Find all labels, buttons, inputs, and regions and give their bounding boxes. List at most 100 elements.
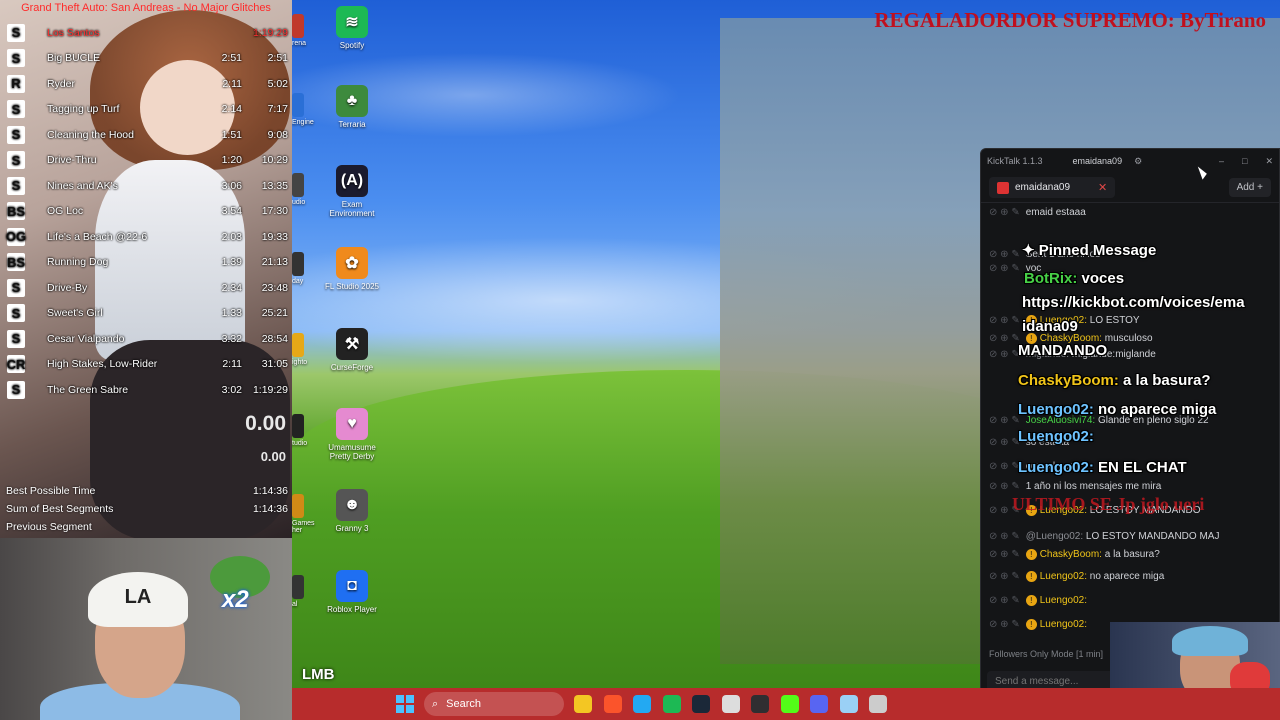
maximize-icon[interactable]: □ [1242,156,1247,167]
message-actions-icon[interactable]: ⊘ ⊕ ✎ [989,549,1020,560]
app3-icon[interactable] [869,695,887,713]
desktop-shortcut[interactable]: ♥ Umamusume Pretty Derby [321,408,383,461]
partial-app-icon [292,252,304,276]
file-explorer-icon[interactable] [574,695,592,713]
windows-start-icon[interactable] [396,695,414,713]
message-actions-icon[interactable]: ⊘ ⊕ ✎ [989,207,1020,218]
split-total-time: 1:19:29 [252,26,288,39]
split-name: Drive-By [47,281,88,294]
split-badge-icon: S [7,125,25,144]
stat-value: 1:14:36 [252,485,288,497]
steam-icon[interactable] [692,695,710,713]
shortcut-label: Exam Environment [329,200,375,218]
desktop-shortcut[interactable]: (A) Exam Environment [321,165,383,218]
red-overlay-text: ULTIMO SE Jp jglo ueri [1012,494,1205,514]
message-actions-icon[interactable]: ⊘ ⊕ ✎ [989,349,1020,360]
webcam-feed: LA x2 [0,538,292,720]
chat-username[interactable]: @Luengo02: [1026,531,1083,542]
discord-icon[interactable] [810,695,828,713]
message-actions-icon[interactable]: ⊘ ⊕ ✎ [989,333,1020,344]
stat-row: Sum of Best Segments 1:14:36 [6,503,288,515]
roblox-icon: ◘ [336,570,368,602]
overlay-username: Luengo02: [1018,401,1094,418]
settings-icon[interactable]: ⚙ [1134,156,1142,167]
split-name: High Stakes, Low-Rider [47,358,158,370]
app2-icon[interactable] [839,695,858,713]
vscode-icon[interactable] [633,695,651,713]
overlay-chat-line: Luengo02: no aparece miga [1018,401,1216,418]
message-actions-icon[interactable]: ⊘ ⊕ ✎ [989,315,1020,326]
message-actions-icon[interactable]: ⊘ ⊕ ✎ [989,481,1020,492]
message-actions-icon[interactable]: ⊘ ⊕ ✎ [989,263,1020,274]
split-segment-time: 2:14 [221,103,242,115]
chat-message[interactable]: ⊘ ⊕ ✎! Luengo02: [989,595,1279,606]
desktop-shortcut[interactable]: ⚒ CurseForge [321,328,383,372]
chat-username[interactable]: Luengo02: [1040,619,1087,630]
obs-icon[interactable] [751,695,769,713]
split-row: S Sweet's Girl 1:33 25:21 [4,301,288,326]
split-total-time: 19:33 [261,230,288,243]
followers-mode-label: Followers Only Mode [1 min] [989,649,1104,659]
main-timer: 0.00 [245,412,286,435]
split-segment-time: 1:51 [221,128,242,141]
message-actions-icon[interactable]: ⊘ ⊕ ✎ [989,415,1020,426]
umamusume-icon: ♥ [336,408,368,440]
desktop-shortcut[interactable]: ◘ Roblox Player [321,570,383,614]
chat-message[interactable]: ⊘ ⊕ ✎ emaid estaaa [989,207,1279,218]
kick-logo-icon [997,181,1009,194]
partial-desktop-shortcut[interactable]: Engine [292,93,322,126]
spotify-icon: ≋ [336,6,368,38]
chat-message[interactable]: ⊘ ⊕ ✎ 1 año ni los mensajes me mira [989,481,1279,492]
taskbar-search[interactable]: ⌕ Search [424,692,564,716]
desktop-shortcut[interactable]: ✿ FL Studio 2025 [321,247,383,291]
chat-message[interactable]: ⊘ ⊕ ✎! ChaskyBoom: a la basura? [989,549,1279,560]
chat-message[interactable]: ⊘ ⊕ ✎ @Luengo02: LO ESTOY MANDANDO MAJ [989,531,1279,542]
minimize-icon[interactable]: – [1219,156,1224,167]
split-total-time: 13:35 [261,179,288,192]
overlay-chat-line: https://kickbot.com/voices/ema [1022,294,1245,311]
partial-desktop-shortcut[interactable]: al [292,575,322,608]
spotify-icon[interactable] [662,695,681,713]
message-actions-icon[interactable]: ⊘ ⊕ ✎ [989,619,1020,630]
chat-text: 1 año ni los mensajes me mira [1025,481,1162,492]
desktop-shortcut[interactable]: ☻ Granny 3 [321,489,383,533]
partial-desktop-shortcut[interactable]: udio [292,173,322,206]
shortcut-label: FL Studio 2025 [325,282,379,291]
chat-username[interactable]: Luengo02: [1040,595,1087,606]
split-name: The Green Sabre [47,383,129,396]
stat-row: Best Possible Time 1:14:36 [6,485,288,497]
close-tab-icon[interactable]: ✕ [1098,181,1107,194]
partial-desktop-shortcut[interactable]: ighto [292,333,322,366]
partial-desktop-shortcut[interactable]: rena [292,14,322,47]
message-actions-icon[interactable]: ⊘ ⊕ ✎ [989,437,1020,448]
message-actions-icon[interactable]: ⊘ ⊕ ✎ [989,531,1020,542]
message-actions-icon[interactable]: ⊘ ⊕ ✎ [989,461,1020,472]
overlay-text: a la basura? [1123,372,1211,389]
partial-desktop-shortcut[interactable]: day [292,252,322,285]
message-actions-icon[interactable]: ⊘ ⊕ ✎ [989,595,1020,606]
partial-app-icon [292,575,304,599]
kick-icon[interactable] [780,695,799,713]
chat-username[interactable]: Luengo02: [1040,571,1087,582]
desktop-shortcut[interactable]: ♣ Terraria [321,85,383,129]
chat-message[interactable]: ⊘ ⊕ ✎! Luengo02: no aparece miga [989,571,1279,582]
message-actions-icon[interactable]: ⊘ ⊕ ✎ [989,249,1020,260]
taskbar: ⌕ Search [292,688,1280,720]
split-name: Los Santos [47,26,100,39]
partial-desktop-shortcut[interactable]: tudio [292,414,322,447]
partial-desktop-shortcut[interactable]: Games her [292,494,322,534]
split-total-time: 9:08 [267,128,288,141]
add-chatroom-button[interactable]: Add + [1228,178,1271,197]
tab-emaidana09[interactable]: emaidana09 ✕ [989,177,1116,198]
chat-username[interactable]: ChaskyBoom: [1040,549,1102,560]
chat-text: LO ESTOY MANDANDO MAJ [1085,531,1220,542]
desktop-shortcut[interactable]: ≋ Spotify [321,6,383,50]
app-icon[interactable] [721,695,740,713]
split-badge-icon: S [7,49,25,67]
close-icon[interactable]: ✕ [1265,156,1273,167]
message-actions-icon[interactable]: ⊘ ⊕ ✎ [989,571,1020,582]
current-user[interactable]: emaidana09 [1073,156,1123,166]
subscriber-badge-icon: ! [1025,595,1037,606]
brave-icon[interactable] [603,695,622,713]
stat-label: Best Possible Time [6,485,96,497]
